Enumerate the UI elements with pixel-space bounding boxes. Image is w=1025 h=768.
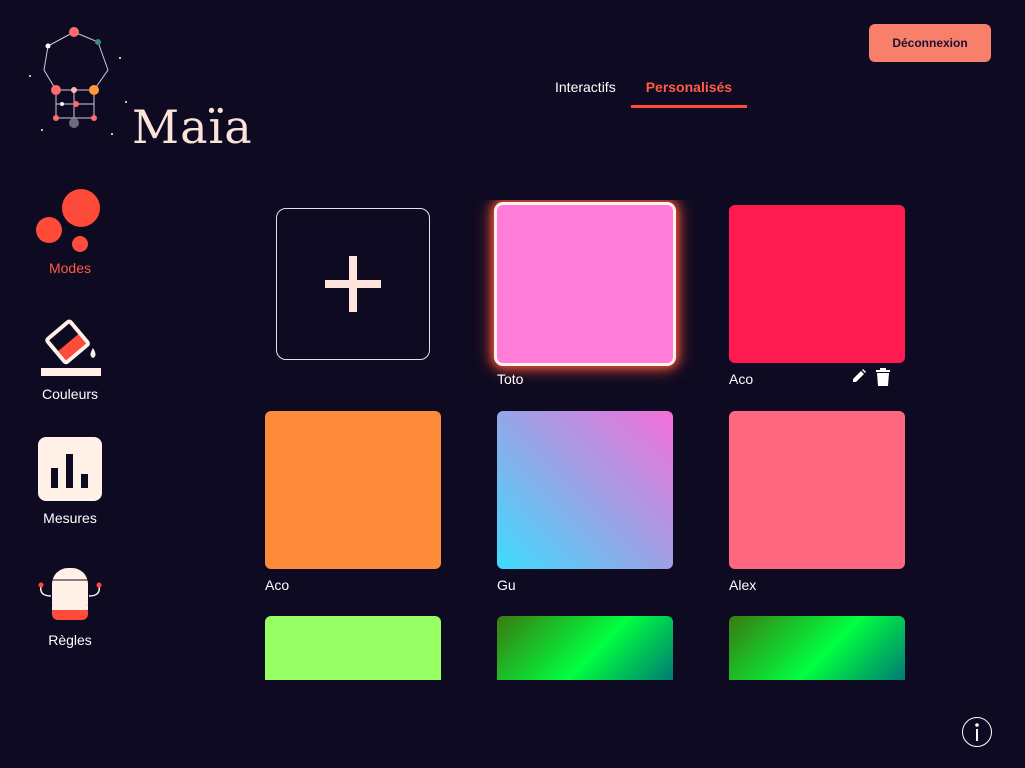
add-mode-button[interactable] <box>276 208 430 360</box>
mode-tile[interactable]: Toto <box>497 205 673 389</box>
paint-bucket-icon <box>41 319 101 376</box>
sidebar-item-modes[interactable]: Modes <box>20 186 120 276</box>
mode-name: Toto <box>497 371 524 387</box>
constellation-logo-icon <box>29 27 127 135</box>
mode-actions <box>851 368 891 386</box>
mode-tabs: Interactifs Personalisés <box>540 72 748 108</box>
mode-tile[interactable] <box>265 616 441 680</box>
logout-button[interactable]: Déconnexion <box>869 24 991 62</box>
mode-color-swatch <box>265 411 441 569</box>
mode-tile[interactable]: Alex <box>729 411 905 595</box>
info-button[interactable] <box>962 717 992 747</box>
sidebar-item-label: Couleurs <box>41 386 99 402</box>
mode-tile[interactable] <box>497 616 673 680</box>
app-window: Maïa Déconnexion Interactifs Personalisé… <box>0 0 1025 768</box>
mode-name: Gu <box>497 577 516 593</box>
mode-color-swatch <box>497 411 673 569</box>
plus-icon <box>325 256 381 312</box>
mode-color-swatch <box>729 616 905 680</box>
logo-text: Maïa <box>132 100 253 154</box>
mode-tile[interactable]: Aco <box>729 205 905 389</box>
modes-grid: Toto Aco Aco Gu Alex <box>260 200 920 680</box>
tab-interactifs[interactable]: Interactifs <box>540 72 631 108</box>
mode-color-swatch <box>729 205 905 363</box>
mode-name: Aco <box>265 577 290 593</box>
mode-tile[interactable] <box>729 616 905 680</box>
mode-tile[interactable]: Aco <box>265 411 441 595</box>
mode-color-swatch <box>497 205 673 363</box>
sidebar-item-label: Modes <box>48 260 92 276</box>
sidebar-item-mesures[interactable]: Mesures <box>20 436 120 526</box>
edit-pencil-icon[interactable] <box>851 368 867 384</box>
mode-color-swatch <box>729 411 905 569</box>
robot-icon <box>38 568 102 620</box>
mode-color-swatch <box>265 616 441 680</box>
bar-chart-icon <box>38 437 102 501</box>
mode-tile[interactable]: Gu <box>497 411 673 595</box>
mode-name: Alex <box>729 577 757 593</box>
sidebar-item-label: Mesures <box>43 510 97 526</box>
sidebar-item-label: Règles <box>48 632 92 648</box>
maia-logo: Maïa <box>22 22 252 154</box>
delete-trash-icon[interactable] <box>875 368 891 386</box>
modes-bubbles-icon <box>36 189 100 252</box>
info-icon <box>975 723 979 741</box>
sidebar-item-regles[interactable]: Règles <box>20 562 120 648</box>
mode-color-swatch <box>497 616 673 680</box>
sidebar-item-couleurs[interactable]: Couleurs <box>20 312 120 402</box>
tab-personalises[interactable]: Personalisés <box>630 72 748 108</box>
